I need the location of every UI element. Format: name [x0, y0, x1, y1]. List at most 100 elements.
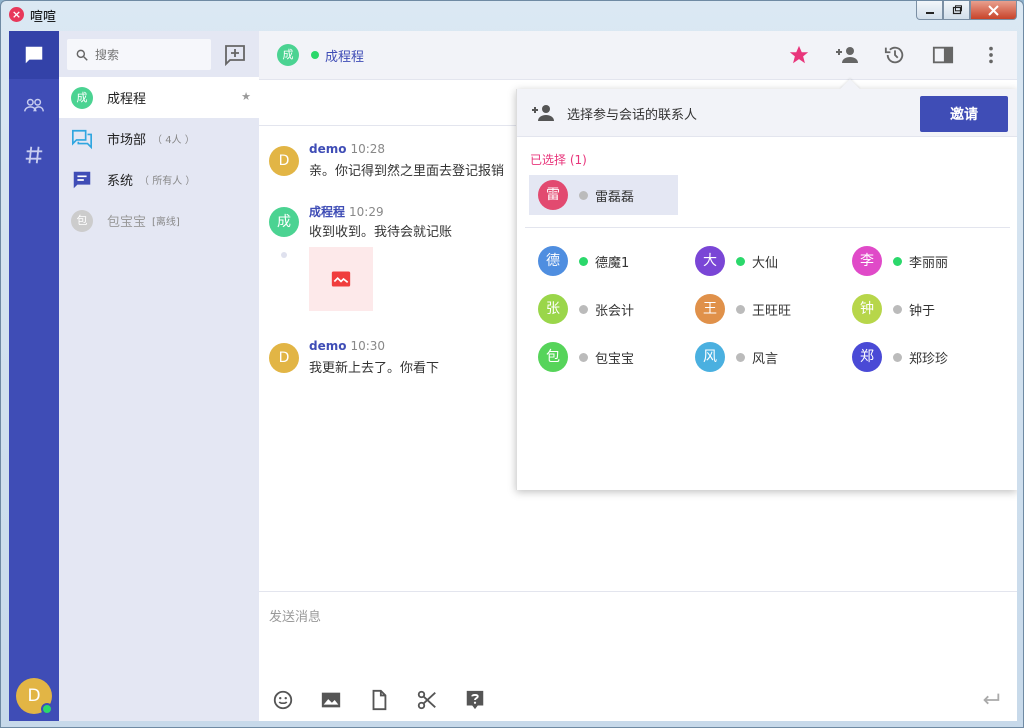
image-attachment[interactable]: [309, 247, 373, 311]
online-status-dot: [41, 703, 53, 715]
history-icon: [884, 46, 904, 64]
contact-name: 雷磊磊: [595, 189, 635, 205]
conversation-avatar: 成: [71, 86, 93, 109]
contact-avatar: 包: [538, 342, 568, 372]
contact-item[interactable]: 张 张会计: [538, 293, 634, 325]
contact-item[interactable]: 风 风言: [695, 341, 778, 373]
rail-item-chats[interactable]: [9, 31, 59, 79]
send-button[interactable]: [979, 688, 1003, 712]
close-icon: [988, 4, 999, 16]
sidebar-toggle-button[interactable]: [930, 42, 956, 68]
contact-item[interactable]: 李 李丽丽: [852, 245, 948, 277]
conversation-item[interactable]: 市场部 （ 4人 ）: [59, 118, 259, 159]
message-text: 收到收到。我待会就记账: [309, 225, 453, 240]
contact-item[interactable]: 德 德魔1: [538, 245, 629, 277]
app-client: D 成 成程程 ★ 市场部 （ 4人 ）: [9, 31, 1017, 721]
message-author[interactable]: demo: [309, 142, 346, 156]
help-button[interactable]: [463, 688, 487, 712]
message-time: 10:29: [349, 205, 384, 219]
conversation-item[interactable]: 系统 （ 所有人 ）: [59, 159, 259, 200]
conversation-label: 市场部: [107, 133, 147, 148]
offline-status-dot: [736, 352, 745, 362]
send-file-button[interactable]: [367, 688, 391, 712]
title-bar: × 喧喧: [1, 1, 1023, 29]
user-avatar[interactable]: D: [16, 678, 53, 715]
window-controls: [916, 1, 1017, 20]
chat-bubble-icon: [25, 46, 43, 64]
conversation-label: 包宝宝: [107, 215, 147, 230]
contact-name: 王旺旺: [752, 303, 792, 319]
emoji-button[interactable]: [271, 688, 295, 712]
more-options-button[interactable]: [978, 42, 1004, 68]
chat-header: 成 成程程: [259, 31, 1017, 80]
history-button[interactable]: [882, 42, 908, 68]
maximize-button[interactable]: [943, 1, 970, 20]
message-author[interactable]: 成程程: [309, 205, 345, 219]
offline-status-dot: [893, 304, 902, 314]
selected-contact[interactable]: 雷 雷磊磊: [529, 175, 678, 215]
contact-name: 风言: [752, 351, 779, 367]
conversation-item[interactable]: 包 包宝宝 [离线]: [59, 200, 259, 241]
invite-member-button[interactable]: [834, 42, 860, 68]
message-status-dot: [281, 252, 287, 258]
online-status-dot: [736, 256, 745, 266]
invite-title: 选择参与会话的联系人: [567, 108, 698, 123]
invite-button[interactable]: 邀请: [920, 96, 1008, 132]
contact-avatar: 雷: [538, 180, 568, 210]
contact-item[interactable]: 包 包宝宝: [538, 341, 634, 373]
minimize-button[interactable]: [916, 1, 943, 20]
image-icon: [321, 692, 341, 708]
online-status-dot: [579, 256, 588, 266]
message-text: 亲。你记得到然之里面去登记报销: [309, 164, 505, 179]
message-author[interactable]: demo: [309, 339, 346, 353]
message-avatar[interactable]: 成: [269, 207, 299, 237]
screenshot-button[interactable]: [415, 688, 439, 712]
system-chat-icon: [73, 171, 91, 188]
close-window-button[interactable]: [970, 1, 1017, 20]
enter-icon: [983, 693, 1000, 705]
contact-avatar: 钟: [852, 294, 882, 324]
new-chat-button[interactable]: [223, 43, 247, 67]
rail-item-contacts[interactable]: [9, 81, 59, 129]
conversation-list: 成 成程程 ★ 市场部 （ 4人 ） 系统 （ 所有人 ） 包 包宝宝 [离线]: [59, 31, 259, 721]
app-logo-icon: ×: [9, 7, 24, 22]
contact-item[interactable]: 钟 钟于: [852, 293, 935, 325]
search-box[interactable]: [67, 39, 211, 70]
window-title: 喧喧: [30, 10, 57, 25]
offline-status-dot: [579, 190, 588, 200]
add-person-icon: [532, 105, 554, 121]
message-time: 10:28: [350, 142, 386, 156]
contact-avatar: 郑: [852, 342, 882, 372]
chat-title[interactable]: 成程程: [325, 46, 364, 65]
divider: [259, 125, 519, 126]
contact-avatar: 王: [695, 294, 725, 324]
minimize-icon: [925, 12, 934, 14]
contact-name: 郑珍珍: [909, 351, 949, 367]
contact-avatar: 风: [695, 342, 725, 372]
app-window: × 喧喧 D 搜索 成 成程程 ★ 市场部 （ 4人 ） 系统 （ 所有人 ） …: [0, 0, 1024, 728]
nav-rail: D: [9, 31, 59, 721]
message-text: 我更新上去了。你看下: [309, 361, 440, 376]
contact-avatar: 德: [538, 246, 568, 276]
offline-status-dot: [893, 352, 902, 362]
contact-item[interactable]: 郑 郑珍珍: [852, 341, 948, 373]
contact-item[interactable]: 王 王旺旺: [695, 293, 791, 325]
message-input[interactable]: 发送消息: [269, 606, 321, 625]
star-icon[interactable]: ★: [241, 90, 251, 103]
contact-item[interactable]: 大 大仙: [695, 245, 778, 277]
offline-status-dot: [736, 304, 745, 314]
user-avatar-initial: D: [27, 686, 41, 706]
search-input[interactable]: [95, 47, 195, 62]
message-avatar[interactable]: D: [269, 343, 299, 373]
rail-item-channels[interactable]: [9, 131, 59, 179]
search-icon: [76, 49, 88, 61]
message-header: demo 10:30: [309, 339, 385, 353]
group-chat-icon: [72, 129, 92, 149]
divider: [525, 227, 1010, 228]
contact-avatar: 李: [852, 246, 882, 276]
favorite-button[interactable]: [786, 42, 812, 68]
conversation-item[interactable]: 成 成程程 ★: [59, 77, 259, 118]
message-avatar[interactable]: D: [269, 146, 299, 176]
send-image-button[interactable]: [319, 688, 343, 712]
conversation-avatar: 包: [71, 209, 93, 232]
